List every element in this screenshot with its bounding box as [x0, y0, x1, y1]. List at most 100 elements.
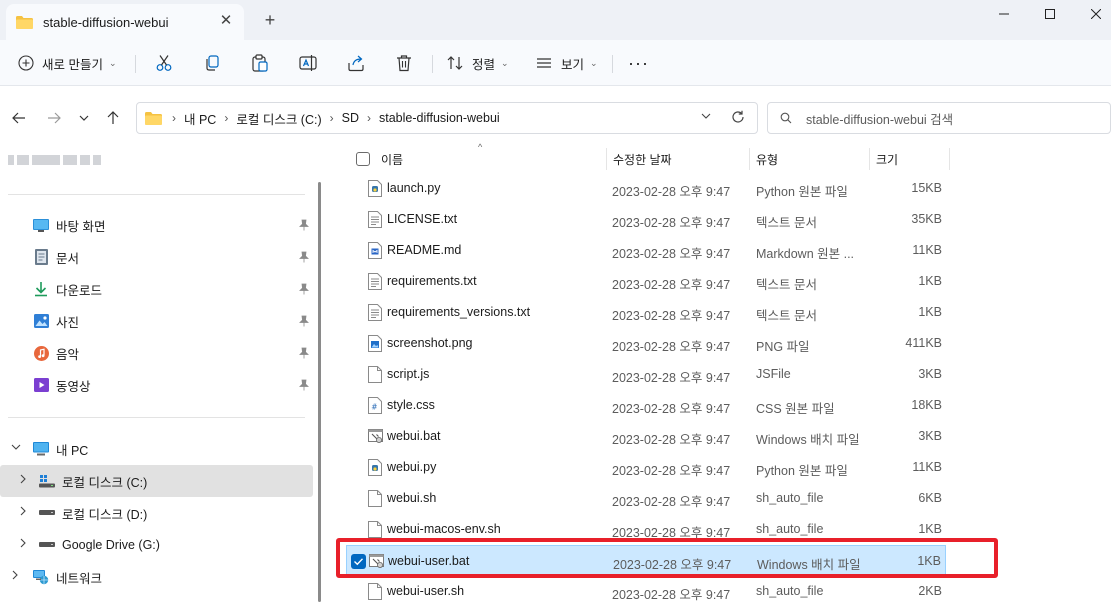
text-file-icon — [368, 211, 382, 228]
new-tab-button[interactable]: + — [260, 10, 280, 30]
file-row[interactable]: webui.sh 2023-02-28 오후 9:47 sh_auto_file 6K… — [346, 483, 946, 514]
address-dropdown-icon[interactable] — [701, 112, 711, 122]
divider — [8, 194, 305, 195]
chevron-down-icon: ⌄ — [108, 57, 117, 68]
pin-icon[interactable] — [299, 347, 309, 362]
file-row[interactable]: script.js 2023-02-28 오후 9:47 JSFile 3KB — [346, 359, 946, 390]
address-bar[interactable]: › 내 PC › 로컬 디스크 (C:) › SD › stable-diffu… — [136, 102, 758, 134]
file-row[interactable]: webui.py 2023-02-28 오후 9:47 Python 원본 파일 11… — [346, 452, 946, 483]
blurred-account-label — [8, 153, 126, 167]
tab-stable-diffusion-webui[interactable]: stable-diffusion-webui ✕ — [6, 4, 244, 40]
forward-button[interactable] — [44, 109, 64, 127]
file-date: 2023-02-28 오후 9:47 — [612, 309, 731, 323]
sidebar-item-local-disk-d[interactable]: 로컬 디스크 (D:) — [0, 497, 313, 529]
chevron-right-icon[interactable] — [19, 506, 27, 519]
rename-button[interactable] — [299, 48, 317, 78]
column-header-name[interactable]: 이름 — [381, 148, 403, 170]
divider — [612, 55, 613, 73]
pin-icon[interactable] — [299, 283, 309, 298]
share-icon — [348, 55, 364, 72]
sort-button[interactable]: 정렬 ⌄ — [446, 48, 509, 78]
tab-title: stable-diffusion-webui — [43, 14, 169, 30]
file-type: sh_auto_file — [756, 522, 824, 536]
column-divider[interactable] — [869, 148, 870, 170]
pin-icon[interactable] — [299, 219, 309, 234]
sidebar-item-this-pc[interactable]: 내 PC — [0, 433, 313, 465]
column-header-date[interactable]: 수정한 날짜 — [613, 148, 672, 170]
sidebar-item-google-drive[interactable]: Google Drive (G:) — [0, 529, 313, 561]
pin-icon[interactable] — [299, 379, 309, 394]
view-icon — [537, 58, 551, 68]
chevron-down-icon[interactable] — [11, 442, 21, 454]
file-row[interactable]: launch.py 2023-02-28 오후 9:47 Python 원본 파일 1… — [346, 173, 946, 204]
close-icon — [1091, 9, 1101, 19]
breadcrumb-stable-diffusion-webui[interactable]: stable-diffusion-webui — [379, 111, 500, 125]
rename-icon — [299, 55, 317, 71]
close-window-button[interactable] — [1073, 0, 1111, 28]
sidebar-item-documents[interactable]: 문서 — [0, 241, 313, 273]
desktop-icon — [32, 216, 50, 234]
breadcrumb-sd[interactable]: SD — [342, 111, 359, 125]
cut-button[interactable] — [155, 48, 173, 78]
pin-icon[interactable] — [299, 315, 309, 330]
up-button[interactable] — [103, 109, 123, 127]
maximize-button[interactable] — [1027, 0, 1073, 28]
file-row[interactable]: requirements_versions.txt 2023-02-28 오후 9… — [346, 297, 946, 328]
refresh-icon[interactable] — [731, 110, 745, 127]
file-name: LICENSE.txt — [387, 212, 458, 226]
sidebar-item-pictures[interactable]: 사진 — [0, 305, 313, 337]
chevron-right-icon[interactable] — [11, 570, 19, 583]
file-date: 2023-02-28 오후 9:47 — [612, 464, 731, 478]
pictures-icon — [32, 312, 50, 330]
file-row[interactable]: screenshot.png 2023-02-28 오후 9:47 PNG 파일 41… — [346, 328, 946, 359]
file-row[interactable]: requirements.txt 2023-02-28 오후 9:47 텍스트 문서… — [346, 266, 946, 297]
sidebar-scrollbar[interactable] — [318, 182, 321, 602]
copy-button[interactable] — [203, 48, 221, 78]
view-button[interactable]: 보기 ⌄ — [535, 48, 598, 78]
back-button[interactable] — [9, 109, 29, 127]
breadcrumb-local-disk-c[interactable]: 로컬 디스크 (C:) — [236, 109, 321, 128]
sidebar-item-local-disk-c[interactable]: 로컬 디스크 (C:) — [0, 465, 313, 497]
sidebar-item-network[interactable]: 네트워크 — [0, 561, 313, 593]
file-date: 2023-02-28 오후 9:47 — [612, 433, 731, 447]
title-bar: stable-diffusion-webui ✕ + — [0, 0, 1111, 40]
search-box[interactable]: stable-diffusion-webui 검색 — [767, 102, 1111, 134]
select-all-checkbox[interactable] — [356, 148, 370, 170]
command-bar: 새로 만들기 ⌄ 정렬 ⌄ 보기 ⌄ ··· — [0, 40, 1111, 86]
file-name: webui-macos-env.sh — [387, 522, 501, 536]
blank-file-icon — [368, 583, 382, 600]
delete-button[interactable] — [395, 48, 413, 78]
new-button[interactable]: 새로 만들기 ⌄ — [18, 48, 117, 78]
paste-button[interactable] — [251, 48, 269, 78]
breadcrumb-this-pc[interactable]: 내 PC — [184, 109, 216, 128]
sidebar-item-downloads[interactable]: 다운로드 — [0, 273, 313, 305]
divider — [135, 55, 136, 73]
sidebar-item-music[interactable]: 음악 — [0, 337, 313, 369]
column-divider[interactable] — [749, 148, 750, 170]
pin-icon[interactable] — [299, 251, 309, 266]
sidebar-item-desktop[interactable]: 바탕 화면 — [0, 209, 313, 241]
column-header-type[interactable]: 유형 — [756, 148, 778, 170]
chevron-right-icon[interactable] — [19, 474, 27, 487]
minimize-icon — [999, 13, 1009, 15]
share-button[interactable] — [347, 48, 365, 78]
file-size: 411KB — [905, 336, 942, 350]
sidebar-item-label: Google Drive (G:) — [62, 538, 160, 552]
file-row[interactable]: README.md 2023-02-28 오후 9:47 Markdown 원본 .… — [346, 235, 946, 266]
minimize-button[interactable] — [981, 0, 1027, 28]
recent-locations-button[interactable] — [74, 109, 94, 127]
close-tab-icon[interactable]: ✕ — [218, 13, 234, 29]
file-row[interactable]: LICENSE.txt 2023-02-28 오후 9:47 텍스트 문서 35KB — [346, 204, 946, 235]
file-row[interactable]: webui.bat 2023-02-28 오후 9:47 Windows 배치 파일… — [346, 421, 946, 452]
file-type: 텍스트 문서 — [756, 216, 817, 230]
more-options-button[interactable]: ··· — [628, 48, 649, 78]
file-row[interactable]: # style.css 2023-02-28 오후 9:47 CSS 원본 파일 18K… — [346, 390, 946, 421]
sidebar-item-videos[interactable]: 동영상 — [0, 369, 313, 401]
column-divider[interactable] — [606, 148, 607, 170]
file-name: requirements.txt — [387, 274, 477, 288]
file-row[interactable]: webui-user.sh 2023-02-28 오후 9:47 sh_auto_f… — [346, 576, 946, 602]
column-divider[interactable] — [949, 148, 950, 170]
column-header-size[interactable]: 크기 — [876, 148, 898, 170]
file-name: README.md — [387, 243, 462, 257]
chevron-right-icon[interactable] — [19, 538, 27, 551]
